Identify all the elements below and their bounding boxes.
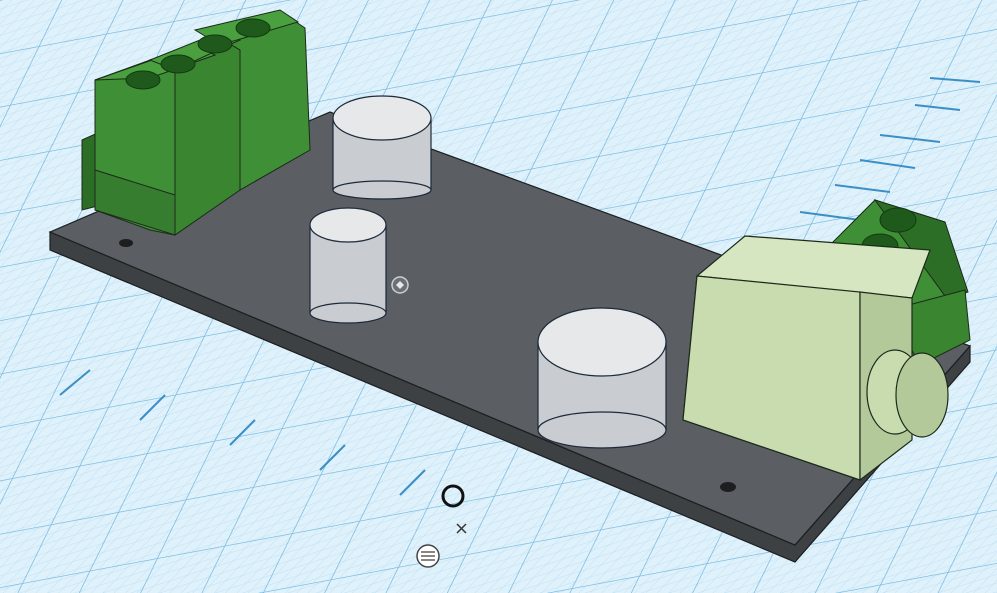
capacitor-2[interactable] bbox=[309, 207, 387, 324]
3d-viewport[interactable] bbox=[0, 0, 997, 593]
capacitor-1[interactable] bbox=[332, 95, 432, 200]
mounting-hole bbox=[720, 482, 736, 492]
mounting-hole bbox=[119, 239, 133, 247]
capacitor-3[interactable] bbox=[537, 307, 667, 449]
scene-canvas[interactable] bbox=[0, 0, 997, 593]
component-marker[interactable] bbox=[391, 276, 409, 294]
snap-grid-icon[interactable] bbox=[416, 544, 440, 568]
